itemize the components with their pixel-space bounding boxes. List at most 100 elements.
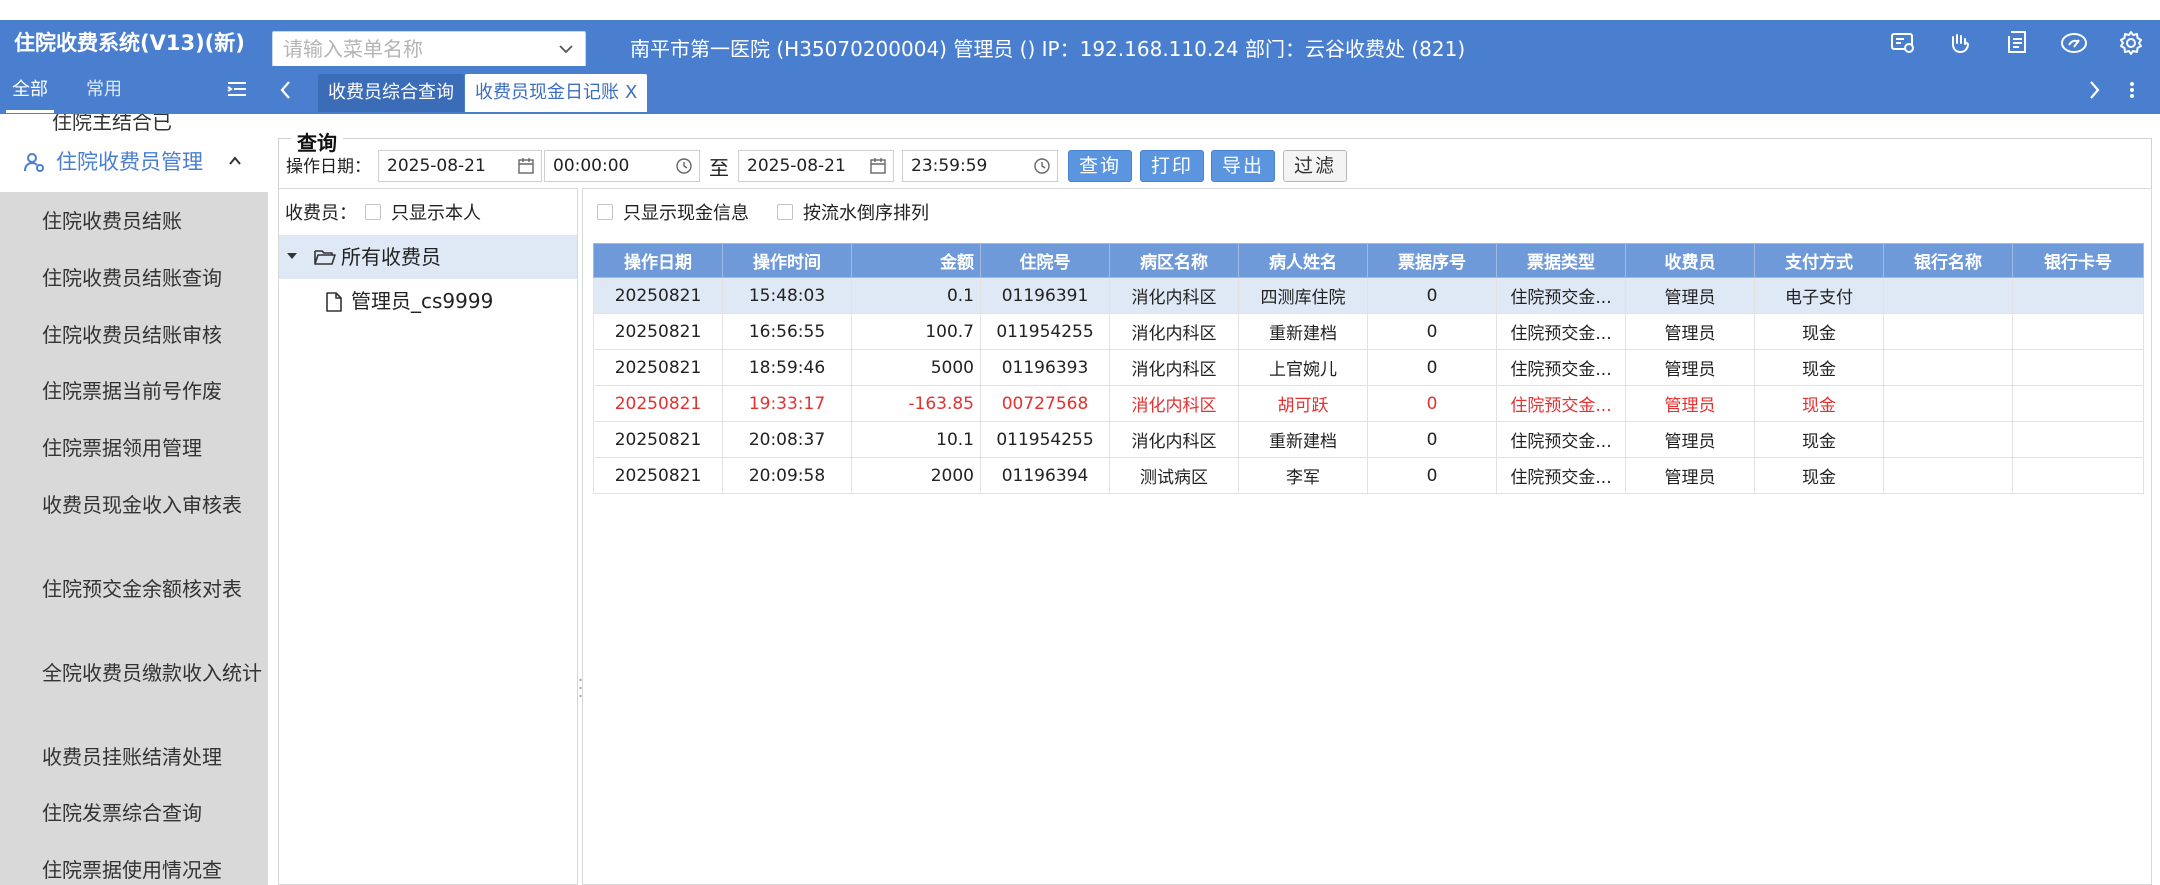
- gear-icon[interactable]: [2116, 28, 2146, 58]
- date-range-separator: 至: [709, 156, 729, 180]
- sidebar-group-cashier-management[interactable]: 住院收费员管理: [0, 136, 268, 188]
- cell-cashier: 管理员: [1625, 349, 1755, 386]
- cell-patient: 李军: [1238, 457, 1368, 494]
- table-row[interactable]: 20250821 20:08:37 10.1 011954255 消化内科区 重新建档 0 住…: [593, 421, 2144, 458]
- chevron-left-icon[interactable]: [276, 78, 296, 102]
- table-row[interactable]: 20250821 19:33:17 -163.85 00727568 消化内科区 胡可跃 0…: [593, 385, 2144, 422]
- desc-sort-label: 按流水倒序排列: [803, 203, 929, 224]
- cell-patient: 重新建档: [1238, 421, 1368, 458]
- chevron-down-icon: [557, 40, 575, 58]
- column-header[interactable]: 住院号: [980, 243, 1110, 278]
- column-header[interactable]: 银行卡号: [2012, 243, 2144, 278]
- column-header[interactable]: 票据类型: [1496, 243, 1626, 278]
- column-header[interactable]: 操作日期: [593, 243, 723, 278]
- print-button[interactable]: 打印: [1140, 150, 1204, 182]
- column-header[interactable]: 银行名称: [1883, 243, 2013, 278]
- menu-search-select[interactable]: [272, 31, 586, 67]
- more-icon[interactable]: [2122, 78, 2142, 102]
- start-date-field[interactable]: [378, 150, 542, 182]
- sidebar-item-settlement-query[interactable]: 住院收费员结账查询: [42, 265, 262, 292]
- start-date-input[interactable]: [387, 151, 507, 181]
- tab-common[interactable]: 常用: [86, 66, 122, 114]
- cell-card: [2012, 349, 2144, 386]
- start-time-field[interactable]: [544, 150, 700, 182]
- cell-invoice-type: 住院预交金...: [1496, 421, 1626, 458]
- journal-pane: 只显示现金信息 按流水倒序排列 操作日期 操作时间 金额 住院号 病区名称 病人…: [582, 188, 2152, 885]
- sidebar-item-invoice-usage[interactable]: 住院票据使用情况查: [42, 857, 262, 884]
- tab-label: 收费员综合查询: [328, 82, 454, 103]
- cell-date: 20250821: [593, 277, 723, 314]
- desc-sort-checkbox[interactable]: [777, 204, 793, 220]
- brand-icon[interactable]: [2059, 28, 2089, 58]
- menu-search-input[interactable]: [283, 32, 543, 66]
- chevron-up-icon: [226, 152, 244, 170]
- sidebar-item-cashier-settlement[interactable]: 住院收费员结账: [42, 208, 262, 235]
- clock-icon[interactable]: [1033, 157, 1051, 175]
- sidebar-item-payment-statistics[interactable]: 全院收费员缴款收入统计: [42, 660, 262, 687]
- filter-button[interactable]: 过滤: [1283, 150, 1347, 182]
- calendar-icon[interactable]: [869, 157, 887, 175]
- cell-cashier: 管理员: [1625, 277, 1755, 314]
- tree-node-all-cashiers[interactable]: 所有收费员: [279, 235, 577, 279]
- tab-cashier-query[interactable]: 收费员综合查询: [318, 74, 464, 112]
- table-row[interactable]: 20250821 16:56:55 100.7 011954255 消化内科区 重新建档 0…: [593, 313, 2144, 350]
- column-header[interactable]: 操作时间: [722, 243, 852, 278]
- column-header[interactable]: 票据序号: [1367, 243, 1497, 278]
- table-row[interactable]: 20250821 15:48:03 0.1 01196391 消化内科区 四测库住院 0 住院…: [593, 277, 2144, 314]
- tree-node-label: 管理员_cs9999: [351, 289, 494, 313]
- column-header[interactable]: 病区名称: [1109, 243, 1239, 278]
- end-date-input[interactable]: [747, 151, 867, 181]
- close-icon[interactable]: X: [625, 82, 637, 103]
- export-button[interactable]: 导出: [1211, 150, 1275, 182]
- menu-toggle-icon[interactable]: [226, 78, 248, 100]
- table-row[interactable]: 20250821 20:09:58 2000 01196394 测试病区 李军 0 住院预交金…: [593, 457, 2144, 494]
- sidebar-item-partial[interactable]: 住院主结合已: [52, 114, 172, 135]
- cell-time: 18:59:46: [722, 349, 852, 386]
- cell-ward: 消化内科区: [1109, 277, 1239, 314]
- sidebar-item-invoice-void[interactable]: 住院票据当前号作废: [42, 378, 262, 405]
- column-header[interactable]: 收费员: [1625, 243, 1755, 278]
- cell-cashier: 管理员: [1625, 421, 1755, 458]
- sidebar-item-invoice-issue[interactable]: 住院票据领用管理: [42, 435, 262, 462]
- end-date-field[interactable]: [738, 150, 894, 182]
- search-button[interactable]: 查询: [1068, 150, 1132, 182]
- only-self-checkbox[interactable]: [365, 204, 381, 220]
- cell-amount: 100.7: [851, 313, 981, 350]
- cell-amount: -163.85: [851, 385, 981, 422]
- hand-icon[interactable]: [1945, 28, 1975, 58]
- cash-journal-table: 操作日期 操作时间 金额 住院号 病区名称 病人姓名 票据序号 票据类型 收费员…: [593, 243, 2144, 494]
- sidebar-tabs: 全部 常用: [0, 66, 268, 114]
- cell-date: 20250821: [593, 385, 723, 422]
- tab-bar: 全部 常用 收费员综合查询 收费员现金日记账 X: [0, 66, 2160, 114]
- sidebar-item-cash-income-review[interactable]: 收费员现金收入审核表: [42, 492, 262, 519]
- clock-icon[interactable]: [675, 157, 693, 175]
- cell-date: 20250821: [593, 349, 723, 386]
- document-icon[interactable]: [2002, 28, 2032, 58]
- app-title: 住院收费系统(V13)(新): [14, 31, 245, 55]
- calendar-icon[interactable]: [517, 157, 535, 175]
- cell-card: [2012, 421, 2144, 458]
- cell-ward: 消化内科区: [1109, 313, 1239, 350]
- message-icon[interactable]: [1888, 28, 1918, 58]
- cell-date: 20250821: [593, 457, 723, 494]
- tree-node-label: 所有收费员: [341, 245, 441, 269]
- sidebar-item-invoice-query[interactable]: 住院发票综合查询: [42, 800, 262, 827]
- cell-ward: 消化内科区: [1109, 349, 1239, 386]
- sidebar-item-deposit-balance[interactable]: 住院预交金余额核对表: [42, 576, 262, 603]
- sidebar-item-settlement-review[interactable]: 住院收费员结账审核: [42, 322, 262, 349]
- cashier-filter-row: 收费员： 只显示本人: [285, 199, 481, 225]
- end-time-field[interactable]: [902, 150, 1058, 182]
- column-header[interactable]: 金额: [851, 243, 981, 278]
- table-row[interactable]: 20250821 18:59:46 5000 01196393 消化内科区 上官婉儿 0 住院…: [593, 349, 2144, 386]
- column-header[interactable]: 支付方式: [1754, 243, 1884, 278]
- only-cash-checkbox[interactable]: [597, 204, 613, 220]
- tab-cash-journal[interactable]: 收费员现金日记账 X: [465, 74, 648, 112]
- column-header[interactable]: 病人姓名: [1238, 243, 1368, 278]
- tab-all[interactable]: 全部: [12, 66, 48, 114]
- chevron-right-icon[interactable]: [2084, 78, 2104, 102]
- end-time-input[interactable]: [911, 151, 1031, 181]
- sidebar-item-credit-settlement[interactable]: 收费员挂账结清处理: [42, 744, 262, 771]
- start-time-input[interactable]: [553, 151, 673, 181]
- caret-down-icon[interactable]: [285, 249, 299, 263]
- cell-invoice-type: 住院预交金...: [1496, 313, 1626, 350]
